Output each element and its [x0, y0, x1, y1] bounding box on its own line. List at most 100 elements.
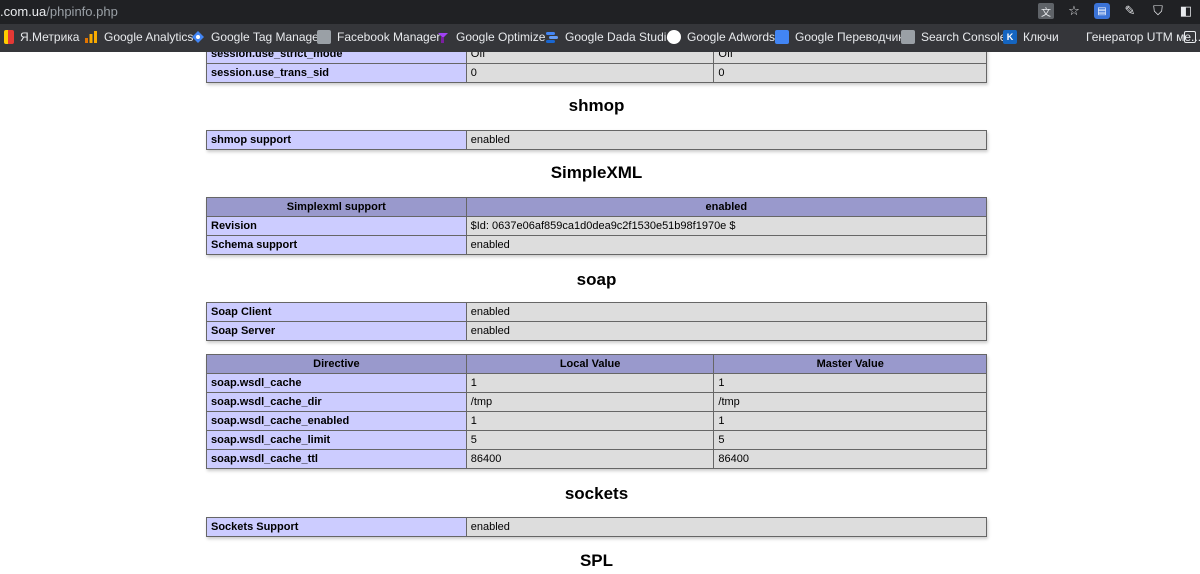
table-header-row: Simplexml support enabled: [206, 197, 988, 217]
master-value: 86400: [713, 449, 987, 469]
simplexml-table: Simplexml support enabled Revision $Id: …: [206, 197, 988, 255]
tag-manager-icon: [191, 30, 205, 44]
setting-name: Schema support: [206, 235, 467, 255]
setting-name: Revision: [206, 216, 467, 236]
table-row: session.use_strict_mode Off Off: [206, 52, 987, 64]
url-host: .com.ua: [0, 4, 47, 19]
star-icon[interactable]: ☆: [1066, 3, 1082, 19]
bookmark-label: Google Dada Studio: [565, 30, 674, 44]
column-header-directive: Directive: [206, 354, 467, 374]
local-value: 1: [465, 411, 715, 431]
table-row: Soap Server enabled: [206, 321, 988, 341]
table-row: session.use_trans_sid 0 0: [206, 63, 987, 83]
directive-name: soap.wsdl_cache_dir: [206, 392, 467, 412]
bookmark-google-analytics[interactable]: Google Analytics: [84, 30, 193, 44]
master-value: 5: [713, 430, 987, 450]
bookmarks-bar: Я.Метрика Google Analytics Google Tag Ma…: [0, 24, 1200, 52]
translate-icon[interactable]: 文: [1038, 3, 1054, 19]
bookmark-label: Я.Метрика: [20, 30, 80, 44]
setting-name: Soap Server: [206, 321, 467, 341]
bookmarks-overflow-button[interactable]: [1184, 31, 1200, 43]
shmop-table: shmop support enabled: [206, 130, 988, 150]
adwords-icon: [667, 30, 681, 44]
bookmark-label: Ключи: [1023, 30, 1059, 44]
section-title-soap: soap: [576, 270, 617, 289]
setting-name: shmop support: [206, 130, 467, 150]
table-row: Soap Client enabled: [206, 302, 988, 322]
optimize-icon: [436, 30, 450, 44]
section-title-sockets: sockets: [564, 484, 629, 503]
bookmark-utm-generator[interactable]: Генератор UTM ме...: [1066, 30, 1200, 44]
section-title-shmop: shmop: [568, 96, 625, 115]
bookmark-google-data-studio[interactable]: Google Dada Studio: [545, 30, 673, 44]
page-content: session.use_strict_mode Off Off session.…: [0, 52, 1200, 574]
bookmark-label: Google Adwords: [687, 30, 776, 44]
setting-name: Sockets Support: [206, 517, 467, 537]
setting-value: enabled: [465, 302, 988, 322]
setting-name: Soap Client: [206, 302, 467, 322]
bookmark-google-optimize[interactable]: Google Optimize: [436, 30, 545, 44]
master-value: 1: [713, 373, 987, 393]
master-value: 0: [713, 63, 987, 83]
bookmark-label: Google Optimize: [456, 30, 546, 44]
bookmark-label: Search Console: [921, 30, 1007, 44]
bookmark-google-translate[interactable]: Google Переводчик: [775, 30, 904, 44]
table-row: soap.wsdl_cache 1 1: [206, 373, 987, 393]
local-value: /tmp: [465, 392, 715, 412]
soap-directives-table: Directive Local Value Master Value soap.…: [206, 354, 987, 469]
column-header-master-value: Master Value: [713, 354, 987, 374]
directive-name: soap.wsdl_cache_enabled: [206, 411, 467, 431]
setting-value: enabled: [465, 235, 988, 255]
column-header: enabled: [465, 197, 988, 217]
local-value: 5: [465, 430, 715, 450]
bookmark-label: Генератор UTM ме...: [1086, 30, 1200, 44]
table-row: Schema support enabled: [206, 235, 988, 255]
table-header-row: Directive Local Value Master Value: [206, 354, 987, 374]
folder-icon: [1184, 31, 1196, 43]
local-value: 1: [465, 373, 715, 393]
facebook-manager-icon: [317, 30, 331, 44]
sockets-table: Sockets Support enabled: [206, 517, 988, 537]
bookmark-search-console[interactable]: Search Console: [901, 30, 1006, 44]
url-path: /phpinfo.php: [46, 4, 118, 19]
shield-icon[interactable]: ⛉: [1150, 3, 1166, 19]
column-header-local-value: Local Value: [465, 354, 715, 374]
soap-table: Soap Client enabled Soap Server enabled: [206, 302, 988, 341]
utm-generator-icon: [1066, 30, 1080, 44]
translate-icon: [775, 30, 789, 44]
extension-icon[interactable]: ✎: [1122, 3, 1138, 19]
setting-value: $Id: 0637e06af859ca1d0dea9c2f1530e51b98f…: [465, 216, 988, 236]
bookmark-google-tag-manager[interactable]: Google Tag Manager: [191, 30, 323, 44]
url-text[interactable]: .com.ua/phpinfo.php: [0, 4, 118, 19]
setting-value: enabled: [465, 321, 988, 341]
bookmark-facebook-manager[interactable]: Facebook Manager: [317, 30, 440, 44]
bookmark-keys[interactable]: K Ключи: [1003, 30, 1059, 44]
bookmark-yandex-metrika[interactable]: Я.Метрика: [4, 30, 79, 44]
table-row: Revision $Id: 0637e06af859ca1d0dea9c2f15…: [206, 216, 988, 236]
yandex-metrika-icon: [4, 30, 14, 44]
directive-name: soap.wsdl_cache_limit: [206, 430, 467, 450]
table-row: soap.wsdl_cache_ttl 86400 86400: [206, 449, 987, 469]
setting-value: enabled: [465, 517, 988, 537]
directive-name: session.use_trans_sid: [206, 63, 467, 83]
session-directives-table: session.use_strict_mode Off Off session.…: [206, 52, 987, 83]
local-value: Off: [465, 52, 715, 64]
bookmark-google-adwords[interactable]: Google Adwords: [667, 30, 775, 44]
column-header: Simplexml support: [206, 197, 467, 217]
extension-icon[interactable]: ▤: [1094, 3, 1110, 19]
local-value: 86400: [465, 449, 715, 469]
table-row: Sockets Support enabled: [206, 517, 988, 537]
directive-name: soap.wsdl_cache: [206, 373, 467, 393]
master-value: Off: [713, 52, 987, 64]
directive-name: session.use_strict_mode: [206, 52, 467, 64]
analytics-icon: [84, 30, 98, 44]
local-value: 0: [465, 63, 715, 83]
bookmark-label: Google Analytics: [104, 30, 194, 44]
table-row: soap.wsdl_cache_enabled 1 1: [206, 411, 987, 431]
search-console-icon: [901, 30, 915, 44]
section-title-simplexml: SimpleXML: [550, 163, 643, 182]
keys-icon: K: [1003, 30, 1017, 44]
section-title-spl: SPL: [579, 551, 614, 570]
address-bar[interactable]: .com.ua/phpinfo.php 文 ☆ ▤ ✎ ⛉ ◧: [0, 0, 1200, 24]
extension-icon[interactable]: ◧: [1178, 3, 1194, 19]
